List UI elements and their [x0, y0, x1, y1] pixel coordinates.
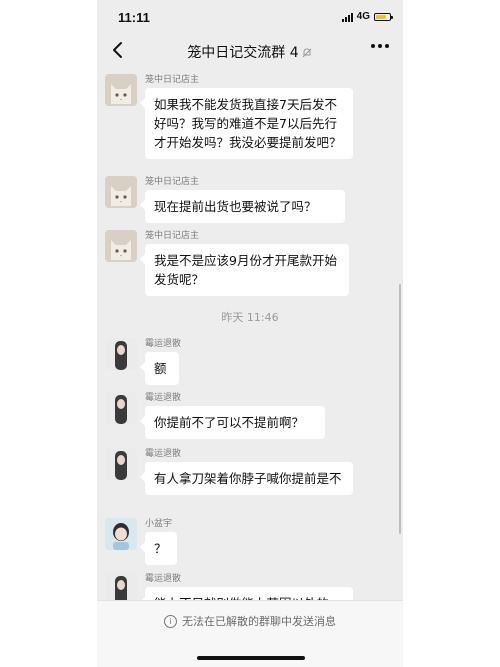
chat-title-wrapper: 笼中日记交流群 4: [97, 42, 403, 62]
chat-header: 笼中日记交流群 4: [97, 36, 403, 68]
cat-avatar[interactable]: [105, 176, 137, 208]
sender-name: 笼中日记店主: [145, 177, 200, 187]
scrollbar[interactable]: [399, 284, 401, 534]
sender-name: 小盆宇: [145, 519, 173, 529]
message-bubble[interactable]: 额: [140, 352, 179, 385]
message-bubble[interactable]: 现在提前出货也要被说了吗？: [140, 190, 345, 223]
sender-name: 霉运退散: [145, 393, 182, 403]
message-bubble[interactable]: ？: [140, 532, 177, 565]
network-type: 4G: [356, 11, 370, 22]
status-indicators: 4G: [341, 11, 393, 22]
message-timestamp: 昨天 11:46: [221, 311, 279, 324]
sender-name: 霉运退散: [145, 339, 182, 349]
message-bubble[interactable]: 你提前不了可以不提前啊？: [140, 406, 325, 439]
cat-avatar[interactable]: [105, 74, 137, 106]
message-bubble[interactable]: 如果我不能发货我直接7天后发不好吗？我写的难道不是7以后先行才开始发吗？我没必要…: [140, 88, 353, 159]
status-bar: 11:11 4G: [97, 0, 403, 36]
signal-icon: [341, 12, 353, 22]
girl-avatar[interactable]: [105, 448, 137, 480]
status-time: 11:11: [118, 10, 150, 25]
chat-title: 笼中日记交流群 4: [187, 45, 299, 61]
sender-name: 霉运退散: [145, 574, 182, 584]
sender-name: 笼中日记店主: [145, 75, 200, 85]
girl-avatar[interactable]: [105, 338, 137, 370]
phone-screen: 11:11 4G 笼中日记交流群 4 笼中日记店主 如果我不能发货我直接7天后发…: [97, 0, 403, 667]
ellipsis-icon[interactable]: [371, 44, 389, 48]
home-indicator[interactable]: [197, 656, 305, 660]
sender-name: 霉运退散: [145, 449, 182, 459]
chat-message-list[interactable]: 笼中日记店主 如果我不能发货我直接7天后发不好吗？我写的难道不是7以后先行才开始…: [97, 68, 403, 600]
girl-avatar[interactable]: [105, 573, 137, 600]
message-bubble[interactable]: 有人拿刀架着你脖子喊你提前是不: [140, 462, 353, 495]
notice-text: 无法在已解散的群聊中发送消息: [182, 615, 336, 628]
info-icon: i: [164, 614, 177, 628]
battery-icon: [374, 12, 393, 21]
sender-name: 笼中日记店主: [145, 231, 200, 241]
message-bubble[interactable]: 能力不足就别做能力范围以外的: [140, 587, 353, 600]
bell-muted-icon: [302, 48, 312, 58]
battery-fill: [376, 14, 386, 19]
girl-avatar[interactable]: [105, 392, 137, 424]
disbanded-notice: i 无法在已解散的群聊中发送消息: [97, 613, 403, 629]
message-bubble[interactable]: 我是不是应该9月份才开尾款开始发货呢？: [140, 244, 349, 296]
input-disabled-bar: i 无法在已解散的群聊中发送消息: [97, 600, 403, 667]
cat-avatar[interactable]: [105, 230, 137, 262]
kid-avatar[interactable]: [105, 518, 137, 550]
